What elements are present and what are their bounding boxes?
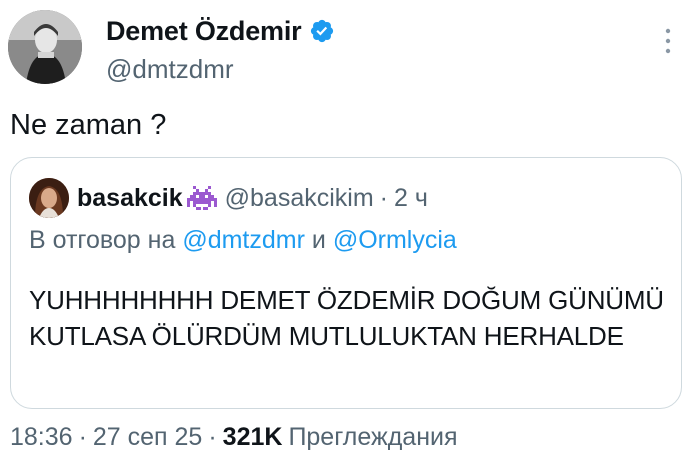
views-label[interactable]: Преглеждания bbox=[288, 423, 457, 452]
tweet: Demet Özdemir @dmtzdmr Ne zaman ? basakc… bbox=[0, 0, 692, 471]
quote-separator: · bbox=[379, 183, 388, 212]
meta-separator: · bbox=[208, 423, 217, 451]
meta-separator: · bbox=[78, 423, 87, 451]
quote-body-text: YUHHHHHHHH DEMET ÖZDEMİR DOĞUM GÜNÜMÜ KU… bbox=[29, 285, 664, 351]
reply-prefix: В отговор на bbox=[29, 226, 176, 254]
quoted-tweet[interactable]: basakcik @basakcikim · 2 ч В отговор на … bbox=[10, 157, 682, 409]
author-name[interactable]: Demet Özdemir bbox=[106, 16, 302, 47]
tweet-time[interactable]: 18:36 bbox=[10, 423, 73, 452]
views-count[interactable]: 321K bbox=[223, 423, 283, 452]
author-avatar[interactable] bbox=[8, 10, 82, 84]
author-handle[interactable]: @dmtzdmr bbox=[106, 54, 335, 85]
reply-conjunction: и bbox=[311, 226, 326, 254]
alien-emoji-icon bbox=[186, 186, 217, 210]
author-name-row: Demet Özdemir bbox=[106, 14, 335, 48]
author-block: Demet Özdemir @dmtzdmr bbox=[106, 14, 335, 85]
reply-mention-ormlycia[interactable]: @Ormlycia bbox=[333, 226, 457, 254]
quote-author-name[interactable]: basakcik bbox=[77, 184, 183, 213]
quote-author-handle[interactable]: @basakcikim bbox=[225, 184, 374, 213]
tweet-text: Ne zaman ? bbox=[10, 109, 167, 141]
verified-badge-icon bbox=[311, 19, 334, 43]
tweet-date[interactable]: 27 сеп 25 bbox=[93, 423, 202, 452]
reply-mention-dmtzdmr[interactable]: @dmtzdmr bbox=[182, 226, 305, 254]
tweet-meta: 18:36 · 27 сеп 25 · 321K Преглеждания bbox=[10, 423, 458, 452]
quote-avatar[interactable] bbox=[29, 178, 69, 218]
quote-timestamp[interactable]: 2 ч bbox=[394, 184, 428, 213]
reply-context: В отговор на @dmtzdmr и @Ormlycia bbox=[29, 226, 457, 255]
more-vertical-icon[interactable] bbox=[662, 26, 674, 56]
quote-header: basakcik @basakcikim · 2 ч bbox=[77, 180, 428, 216]
